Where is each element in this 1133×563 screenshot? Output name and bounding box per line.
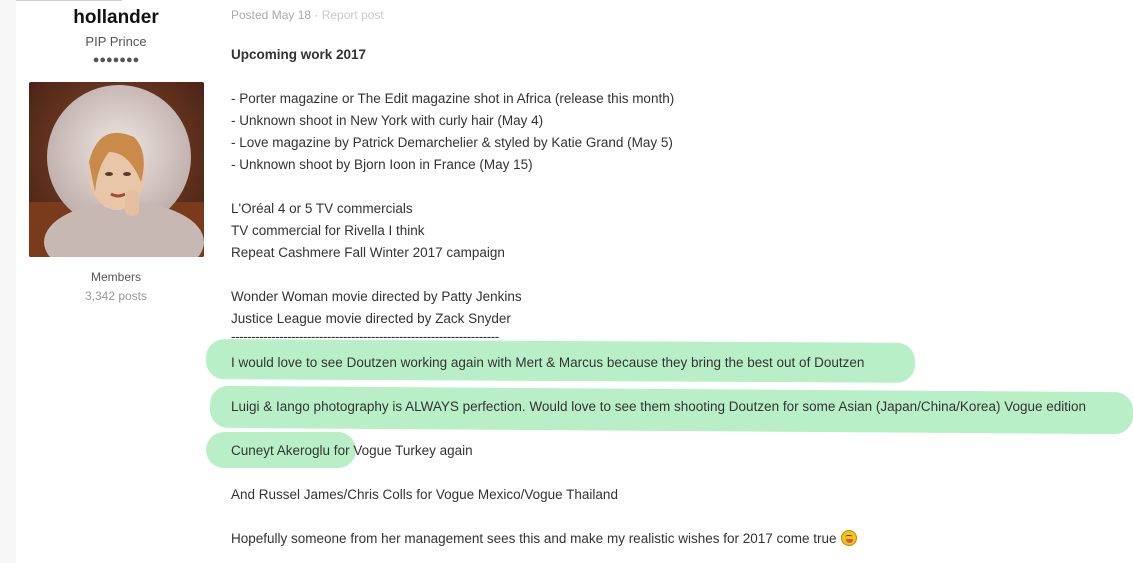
closing-text: Hopefully someone from her management se… — [231, 531, 837, 546]
commercial-item: Repeat Cashmere Fall Winter 2017 campaig… — [231, 245, 505, 260]
tongue-out-smiley-icon — [840, 530, 857, 546]
wish-item: Luigi & Iango photography is ALWAYS perf… — [231, 399, 1087, 414]
left-gutter — [0, 0, 16, 563]
author-username[interactable]: hollander — [16, 7, 216, 29]
closing-line: Hopefully someone from her management se… — [231, 530, 857, 548]
wish-item: I would love to see Doutzen working agai… — [231, 355, 865, 370]
wish-item: And Russel James/Chris Colls for Vogue M… — [231, 487, 618, 502]
commercial-item: TV commercial for Rivella I think — [231, 223, 425, 238]
report-post-link[interactable]: Report post — [322, 8, 384, 22]
work-item: - Love magazine by Patrick Demarchelier … — [231, 135, 673, 150]
author-panel: hollander PIP Prince ●●●●●●● Members 3,3… — [16, 0, 216, 563]
author-rank: PIP Prince — [85, 34, 147, 49]
posted-date[interactable]: Posted May 18 — [231, 8, 311, 22]
movie-item: Justice League movie directed by Zack Sn… — [231, 311, 511, 326]
commercial-item: L'Oréal 4 or 5 TV commercials — [231, 201, 413, 216]
post-count: 3,342 posts — [84, 289, 148, 303]
rank-pips: ●●●●●●● — [92, 54, 140, 66]
wish-item: Cuneyt Akeroglu for Vogue Turkey again — [231, 443, 473, 458]
work-item: - Unknown shoot by Bjorn Ioon in France … — [231, 157, 533, 172]
avatar[interactable] — [29, 82, 204, 257]
work-item: - Porter magazine or The Edit magazine s… — [231, 91, 675, 106]
dashed-divider: ----------------------------------------… — [231, 329, 499, 344]
post-meta: Posted May 18 · Report post — [231, 8, 384, 22]
avatar-image — [29, 82, 204, 257]
work-item: - Unknown shoot in New York with curly h… — [231, 113, 544, 128]
meta-separator: · — [311, 8, 322, 22]
member-group: Members — [90, 270, 141, 284]
movie-item: Wonder Woman movie directed by Patty Jen… — [231, 289, 522, 304]
post-title: Upcoming work 2017 — [231, 47, 367, 62]
